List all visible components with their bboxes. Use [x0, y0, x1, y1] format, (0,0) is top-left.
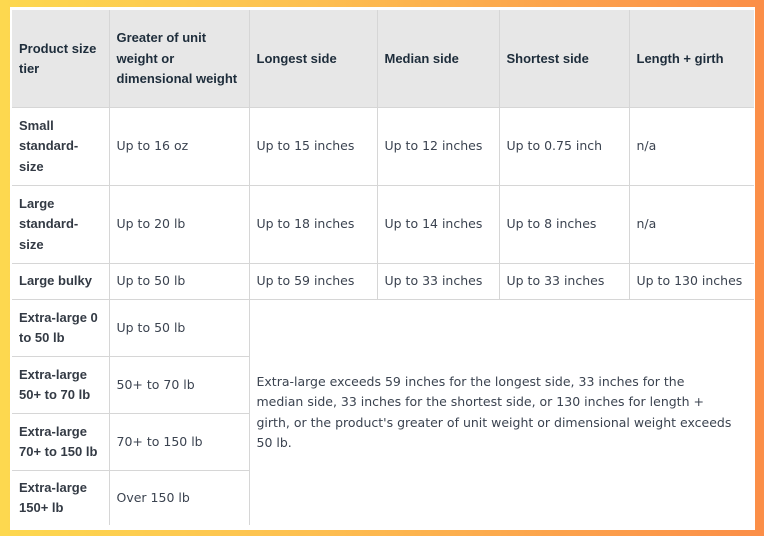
header-length-girth: Length + girth [628, 10, 754, 108]
size-tier-table: Product size tier Greater of unit weight… [12, 10, 754, 525]
table-row: Large standard-size Up to 20 lb Up to 18… [12, 185, 754, 264]
header-shortest-side: Shortest side [498, 10, 630, 108]
tier-cell: Large standard-size [12, 185, 110, 264]
longest-side-cell: Up to 59 inches [248, 263, 378, 300]
shortest-side-cell: Up to 33 inches [498, 263, 630, 300]
weight-cell: 70+ to 150 lb [108, 413, 250, 471]
header-longest-side: Longest side [248, 10, 378, 108]
median-side-cell: Up to 14 inches [376, 185, 500, 264]
weight-cell: 50+ to 70 lb [108, 356, 250, 414]
length-girth-cell: Up to 130 inches [628, 263, 754, 300]
extra-large-note: Extra-large exceeds 59 inches for the lo… [248, 299, 754, 525]
header-row: Product size tier Greater of unit weight… [12, 10, 754, 108]
table-row: Extra-large 0 to 50 lb Up to 50 lb Extra… [12, 299, 754, 525]
tier-cell: Extra-large 0 to 50 lb [12, 299, 110, 357]
header-weight: Greater of unit weight or dimensional we… [108, 10, 250, 108]
median-side-cell: Up to 12 inches [376, 107, 500, 186]
weight-cell: Up to 50 lb [108, 299, 250, 357]
table-frame: Product size tier Greater of unit weight… [10, 7, 755, 530]
tier-cell: Extra-large 70+ to 150 lb [12, 413, 110, 471]
length-girth-cell: n/a [628, 185, 754, 264]
longest-side-cell: Up to 15 inches [248, 107, 378, 186]
table-row: Large bulky Up to 50 lb Up to 59 inches … [12, 263, 754, 300]
weight-cell: Up to 20 lb [108, 185, 250, 264]
weight-cell: Up to 50 lb [108, 263, 250, 300]
header-product-size-tier: Product size tier [12, 10, 110, 108]
tier-cell: Small standard-size [12, 107, 110, 186]
shortest-side-cell: Up to 0.75 inch [498, 107, 630, 186]
tier-cell: Extra-large 50+ to 70 lb [12, 356, 110, 414]
weight-cell: Over 150 lb [108, 470, 250, 525]
weight-cell: Up to 16 oz [108, 107, 250, 186]
length-girth-cell: n/a [628, 107, 754, 186]
tier-cell: Large bulky [12, 263, 110, 300]
shortest-side-cell: Up to 8 inches [498, 185, 630, 264]
median-side-cell: Up to 33 inches [376, 263, 500, 300]
table-row: Small standard-size Up to 16 oz Up to 15… [12, 107, 754, 186]
tier-cell: Extra-large 150+ lb [12, 470, 110, 525]
longest-side-cell: Up to 18 inches [248, 185, 378, 264]
header-median-side: Median side [376, 10, 500, 108]
